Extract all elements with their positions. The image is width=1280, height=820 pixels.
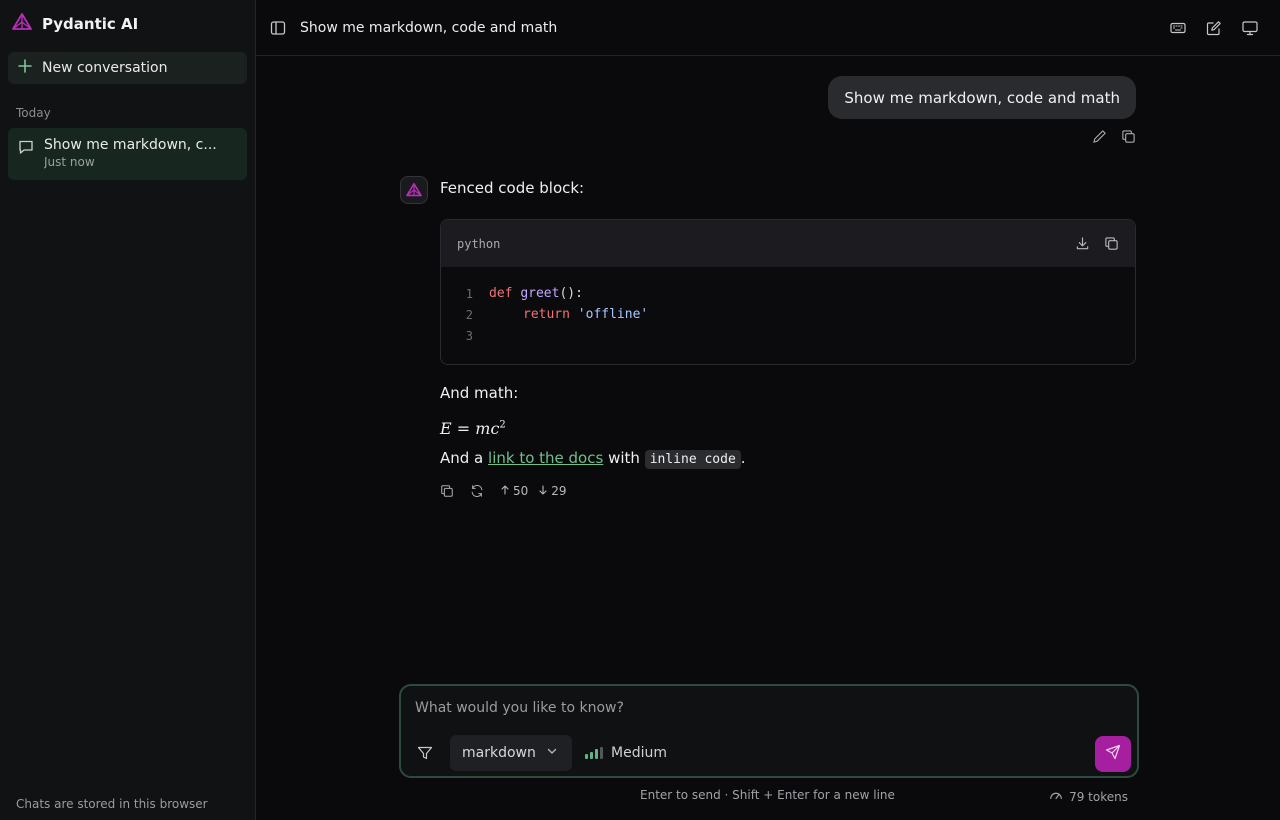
regenerate-icon[interactable]: [470, 484, 484, 498]
new-conversation-label: New conversation: [42, 60, 168, 76]
plus-icon: [18, 59, 32, 77]
output-token-count: 29: [551, 484, 567, 498]
message-input[interactable]: [415, 700, 1115, 716]
conversation-title: Show me markdown, c...: [44, 137, 217, 153]
conversation-timestamp: Just now: [44, 155, 95, 169]
token-counter: 79 tokens: [1049, 788, 1128, 805]
inline-code: inline code: [644, 450, 741, 469]
code-line: 2 return 'offline': [441, 304, 1135, 325]
copy-icon[interactable]: [1121, 129, 1136, 144]
code-punctuation: ():: [559, 286, 583, 301]
code-block-header: python: [441, 220, 1135, 267]
composer-hint: Enter to send · Shift + Enter for a new …: [640, 788, 895, 802]
output-tokens: 29: [538, 484, 567, 498]
conversation-item[interactable]: Show me markdown, c... Just now: [8, 128, 247, 180]
sidebar-toggle-icon[interactable]: [270, 20, 286, 36]
keyboard-icon[interactable]: [1170, 20, 1186, 36]
send-icon: [1105, 744, 1121, 764]
topbar-actions: [1170, 20, 1258, 36]
brand: Pydantic AI: [8, 0, 247, 48]
pydantic-logo-icon: [12, 13, 32, 35]
code-body: 1 def greet (): 2 return 'offline' 3: [441, 267, 1135, 364]
user-message-actions: [1092, 129, 1136, 144]
gauge-icon: [1049, 788, 1063, 805]
final-line: And a link to the docs with inline code.: [440, 446, 1136, 472]
chevron-down-icon: [546, 745, 558, 761]
model-select[interactable]: markdown: [450, 735, 572, 771]
input-token-count: 50: [513, 484, 529, 498]
code-language: python: [457, 236, 501, 251]
brand-name: Pydantic AI: [42, 15, 139, 33]
math-intro: And math:: [440, 384, 519, 402]
input-tokens: 50: [500, 484, 528, 498]
math-var: mc: [475, 419, 500, 438]
final-middle: with: [603, 449, 645, 467]
pencil-icon[interactable]: [1092, 129, 1107, 144]
code-line: 3: [441, 325, 1135, 346]
copy-icon[interactable]: [440, 484, 454, 498]
send-button[interactable]: [1095, 736, 1131, 772]
new-conversation-button[interactable]: New conversation: [8, 52, 247, 84]
user-message-bubble: Show me markdown, code and math: [828, 76, 1136, 119]
model-select-value: markdown: [462, 745, 536, 761]
code-keyword: return: [523, 307, 570, 322]
sidebar: Pydantic AI New conversation Today Show …: [0, 0, 256, 820]
docs-link[interactable]: link to the docs: [488, 449, 603, 467]
effort-select[interactable]: Medium: [585, 735, 667, 771]
user-message: Show me markdown, code and math: [828, 76, 1136, 144]
arrow-up-icon: [500, 484, 510, 498]
assistant-avatar: [400, 176, 428, 204]
token-count: 79 tokens: [1069, 789, 1128, 804]
conversation-texts: Show me markdown, c... Just now: [44, 137, 217, 171]
sidebar-footer: Chats are stored in this browser: [16, 797, 208, 811]
line-number: 3: [465, 328, 473, 343]
code-block-actions: [1075, 236, 1119, 251]
monitor-icon[interactable]: [1242, 20, 1258, 36]
section-label-today: Today: [16, 106, 51, 120]
signal-bars-icon: [585, 747, 603, 759]
assistant-intro: Fenced code block:: [440, 179, 585, 197]
chat-bubble-icon: [18, 139, 34, 171]
assistant-actions: 50 29: [440, 484, 1136, 498]
topbar: Show me markdown, code and math: [256, 0, 1280, 56]
arrow-down-icon: [538, 484, 548, 498]
code-block: python 1 def greet (): 2 return 'offline…: [440, 219, 1136, 365]
code-line: 1 def greet ():: [441, 283, 1135, 304]
line-number: 1: [465, 286, 473, 301]
page-title: Show me markdown, code and math: [300, 19, 558, 36]
math-equals: =: [451, 419, 476, 438]
line-number: 2: [465, 307, 473, 322]
effort-label: Medium: [611, 745, 667, 761]
edit-icon[interactable]: [1206, 20, 1222, 36]
composer: markdown Medium: [399, 684, 1139, 778]
final-suffix: .: [740, 449, 746, 467]
copy-code-icon[interactable]: [1104, 236, 1119, 251]
main-panel: Show me markdown, code and math Show me …: [256, 0, 1280, 820]
math-lhs: E: [440, 419, 452, 438]
math-equation: E = mc2: [440, 419, 1136, 438]
code-string: 'offline': [577, 307, 649, 322]
code-keyword: def: [489, 286, 513, 301]
download-icon[interactable]: [1075, 236, 1090, 251]
code-function-name: greet: [520, 286, 560, 301]
math-exponent: 2: [499, 419, 506, 431]
assistant-message: Fenced code block: python 1 def greet ()…: [400, 176, 1136, 498]
assistant-body: Fenced code block: python 1 def greet ()…: [440, 176, 1136, 498]
app-root: Pydantic AI New conversation Today Show …: [0, 0, 1280, 820]
final-prefix: And a: [440, 449, 489, 467]
filter-icon[interactable]: [417, 745, 433, 761]
